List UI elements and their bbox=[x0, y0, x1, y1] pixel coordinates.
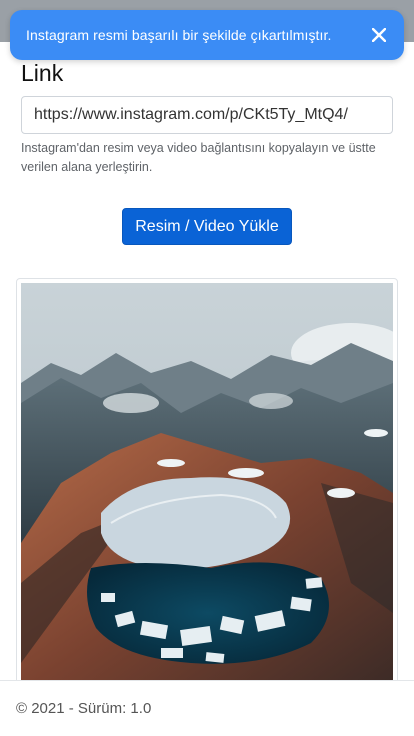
help-text: Instagram'dan resim veya video bağlantıs… bbox=[21, 141, 376, 174]
media-card bbox=[16, 278, 398, 698]
success-toast: Instagram resmi başarılı bir şekilde çık… bbox=[10, 10, 404, 60]
link-label: Link bbox=[21, 60, 64, 86]
close-icon[interactable] bbox=[368, 24, 390, 46]
upload-button[interactable]: Resim / Video Yükle bbox=[122, 208, 292, 245]
footer-text: © 2021 - Sürüm: 1.0 bbox=[16, 700, 152, 717]
link-input[interactable] bbox=[21, 96, 393, 134]
media-image[interactable] bbox=[21, 283, 393, 693]
footer: © 2021 - Sürüm: 1.0 bbox=[0, 680, 414, 736]
toast-message: Instagram resmi başarılı bir şekilde çık… bbox=[26, 27, 332, 43]
